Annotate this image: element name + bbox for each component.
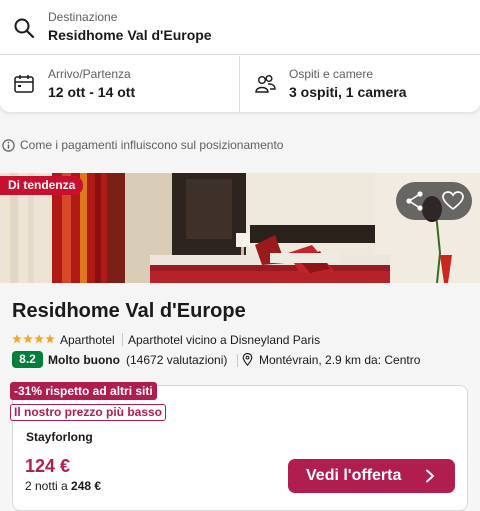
destination-value: Residhome Val d'Europe (48, 27, 212, 43)
calendar-icon (14, 75, 34, 93)
property-description: Aparthotel vicino a Disneyland Paris (128, 333, 321, 347)
people-icon (255, 75, 276, 93)
info-icon (2, 139, 15, 152)
dates-label: Arrivo/Partenza (48, 67, 131, 81)
heart-icon[interactable] (440, 188, 466, 214)
share-icon[interactable] (402, 188, 428, 214)
location-text: Montévrain, 2.9 km da: Centro (259, 353, 421, 367)
total-prefix: 2 notti a (25, 479, 68, 493)
dates-field[interactable]: Arrivo/Partenza 12 ott - 14 ott (0, 56, 240, 112)
hotel-name[interactable]: Residhome Val d'Europe (12, 300, 246, 323)
ranking-info-link[interactable]: Come i pagamenti influiscono sul posizio… (0, 136, 480, 154)
search-icon (14, 18, 35, 39)
rating-divider (237, 354, 238, 367)
rating-count: (14672 valutazioni) (126, 353, 228, 367)
discount-badge: -31% rispetto ad altri siti (10, 382, 157, 400)
star-rating-icon (12, 334, 55, 344)
guests-field[interactable]: Ospiti e camere 3 ospiti, 1 camera (241, 56, 480, 112)
trending-badge: Di tendenza (0, 176, 84, 195)
search-card: Destinazione Residhome Val d'Europe Arri… (0, 0, 480, 112)
view-deal-label: Vedi l'offerta (306, 467, 402, 484)
guests-value: 3 ospiti, 1 camera (289, 84, 407, 100)
best-price-badge: Il nostro prezzo più basso (10, 404, 167, 421)
score-badge: 8.2 (12, 351, 43, 368)
total-value: 248 € (71, 479, 102, 493)
provider-name: Stayforlong (26, 430, 93, 444)
dates-value: 12 ott - 14 ott (48, 84, 136, 100)
chevron-right-icon (426, 469, 434, 483)
meta-divider (122, 333, 123, 346)
destination-field[interactable]: Destinazione Residhome Val d'Europe (0, 0, 480, 55)
property-type: Aparthotel (60, 333, 115, 347)
rating-word: Molto buono (48, 353, 120, 367)
total-price: 2 notti a 248 € (25, 479, 101, 493)
photo-actions (396, 182, 472, 220)
guests-label: Ospiti e camere (289, 67, 374, 81)
pin-icon (242, 353, 253, 366)
ranking-info-text: Come i pagamenti influiscono sul posizio… (20, 138, 284, 152)
destination-label: Destinazione (48, 10, 118, 24)
price: 124 € (25, 456, 71, 476)
view-deal-button[interactable]: Vedi l'offerta (288, 459, 455, 493)
